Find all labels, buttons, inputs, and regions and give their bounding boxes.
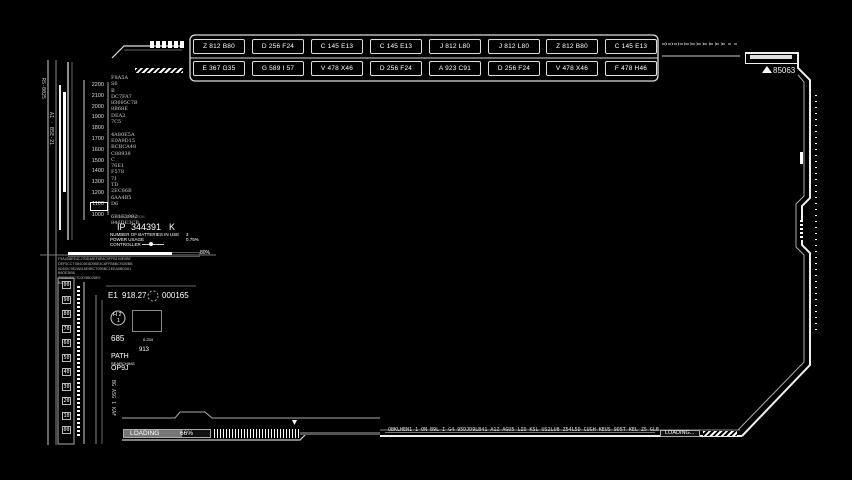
path-label: PATH — [111, 353, 129, 360]
controller-slider-knob[interactable] — [149, 242, 153, 246]
scale-tick-label: 2200 — [91, 82, 104, 88]
grid-cell[interactable]: A 923 C91 — [429, 61, 481, 76]
e1-label: E1 — [108, 291, 118, 300]
power-value: 0.75% — [186, 237, 199, 242]
level-box: 70 — [62, 324, 71, 333]
log-line: DEF5CCTS84C6E8D9BE4C6FFB8BC9I3I0BB — [58, 261, 133, 266]
top-right-code: 85063 — [773, 66, 796, 75]
level-box: 60 — [62, 339, 71, 347]
grid-cell[interactable]: D 256 F24 — [488, 61, 540, 76]
vertical-label-1: RS-0025 — [40, 78, 46, 100]
target-box-inner — [750, 55, 792, 59]
controller-label: CONTROLLER — [110, 242, 141, 247]
scale-tick-label: 2100 — [91, 92, 104, 99]
code-value: 000165 — [162, 291, 189, 300]
controller-slider[interactable] — [142, 244, 164, 245]
scale-marker — [90, 202, 108, 211]
ip-unit: K — [169, 222, 176, 232]
bottom-right-stripes — [703, 431, 737, 436]
grid-cell[interactable]: G 589 I 57 — [252, 61, 304, 76]
arrow-stream-icon: ›››››››››› — [664, 40, 727, 48]
scale-tick-label: 1600 — [91, 146, 104, 153]
level-box: 30 — [62, 382, 71, 391]
log-line: B8DE3IB6 — [58, 271, 75, 276]
level-box: 10 — [62, 411, 71, 420]
hex-data-block: F8A5A S6 B DC7FA7 83695C7B 8B68E DEA2 7C… — [111, 75, 139, 226]
scale-tick-label: 1400 — [91, 168, 104, 175]
grid-cell[interactable]: E 367 G35 — [193, 61, 245, 76]
bottom-code-bar — [385, 432, 655, 433]
scale-tick-label: 2000 — [91, 103, 104, 110]
grid-cell[interactable]: C 145 E13 — [605, 39, 657, 54]
grid-cell[interactable]: Z 812 B80 — [546, 39, 598, 54]
grid-cell[interactable]: J 812 L80 — [488, 39, 540, 54]
level-box: 40 — [62, 368, 71, 376]
loading-right-label: LOADING... — [665, 430, 695, 436]
right-marker-1 — [800, 152, 803, 164]
level-box: 00 — [62, 426, 71, 434]
ip-value: 344391 — [131, 222, 162, 232]
loading-left-label: LOADING — [130, 430, 160, 437]
h2-value: 1 — [117, 318, 121, 324]
grid-cell[interactable]: D 256 F24 — [252, 39, 304, 54]
level-box: 80 — [62, 310, 71, 318]
scale-tick-label: 1900 — [91, 114, 104, 121]
progress-bar-fill — [68, 252, 172, 255]
scale-tick-label: 1000 — [91, 211, 104, 218]
log-line: 6D6SIC9E2AB16E9BCT09BBC1EEA5BD0A1 — [58, 266, 132, 271]
grid-cell[interactable]: C 145 E13 — [370, 39, 422, 54]
left-meter-bar — [63, 92, 66, 192]
level-box: 90 — [62, 295, 71, 304]
bottom-rail — [300, 432, 380, 435]
loading-left-percent: 66% — [180, 430, 194, 437]
info-box — [132, 310, 162, 332]
grid-cell[interactable]: C 145 E13 — [311, 39, 363, 54]
grid-cell[interactable]: J 812 L80 — [429, 39, 481, 54]
right-dots — [815, 95, 817, 335]
grid-cell[interactable]: V 478 X46 — [311, 61, 363, 76]
progress-percent: 80% — [200, 250, 211, 256]
level-box: 20 — [62, 397, 71, 405]
vertical-label-2: A1 · B5E-21 — [48, 112, 54, 146]
right-marker-2 — [800, 220, 803, 240]
scale-tick-label: 1800 — [91, 125, 104, 132]
level-indicator — [77, 286, 80, 436]
ip-label: IP — [117, 222, 126, 232]
e1-value: 918.27 — [122, 291, 147, 300]
scale-tick-label: 1200 — [91, 190, 104, 196]
scale-tick-label: 1700 — [91, 136, 104, 142]
grid-cell[interactable]: V 478 X46 — [546, 61, 598, 76]
value-685: 685 — [111, 334, 125, 343]
path-value: OP9J — [111, 365, 129, 372]
log-line: F5A4D8EE4CJ7BD48EF8E8C9FFB19IIE0BE — [58, 257, 131, 261]
grid-cell[interactable]: F 478 H46 — [605, 61, 657, 76]
log-line: T0BB9IEE7IC0D9BD28E9 — [58, 276, 101, 281]
top-left-indicator — [150, 41, 184, 48]
striped-bar — [135, 68, 183, 73]
vertical-text: BG ASG 1 KAF — [110, 380, 116, 417]
grid-cell[interactable]: D 256 F24 — [370, 61, 422, 76]
scale-tick-label: 1300 — [91, 179, 104, 186]
value-small: 0.234 — [143, 337, 154, 342]
grid-cell[interactable]: Z 812 B80 — [193, 39, 245, 54]
loading-ticks — [214, 429, 300, 438]
ip-caption: IDENTIFICATION — [117, 215, 145, 219]
scale-tick-label: 1500 — [91, 157, 104, 164]
value-913: 913 — [139, 347, 150, 353]
level-box: 50 — [62, 353, 71, 362]
level-box: 00 — [62, 281, 71, 289]
